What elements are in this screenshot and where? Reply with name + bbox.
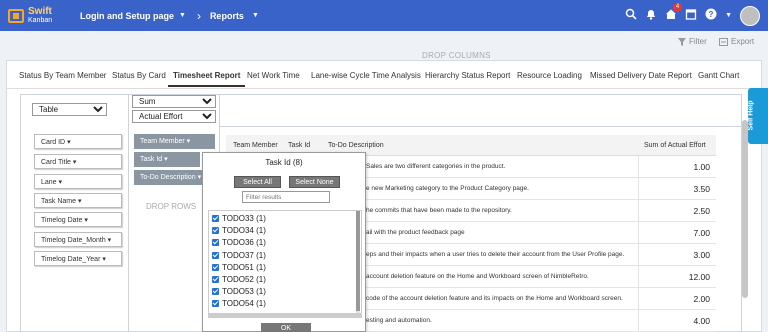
field-card-id[interactable]: Card ID ▾ — [34, 134, 122, 149]
popup-list-item[interactable]: TODO33 (1) — [212, 214, 266, 223]
page-scrollbar[interactable] — [742, 120, 748, 298]
tab-status-by-team-member[interactable]: Status By Team Member — [19, 71, 106, 80]
tab-status-by-card[interactable]: Status By Card — [112, 71, 166, 80]
th-team-member: Team Member — [233, 142, 278, 149]
tab-lane-wise-cycle-time[interactable]: Lane-wise Cycle Time Analysis — [311, 71, 421, 80]
app-logo[interactable]: Swift Kanban — [8, 5, 70, 25]
renderer-select[interactable]: Table — [32, 103, 107, 116]
export-button[interactable]: Export — [719, 37, 754, 46]
drop-columns-zone[interactable]: DROP COLUMNS — [422, 51, 491, 60]
task-id-filter-popup: Task Id (8) Select All Select None TODO3… — [202, 152, 366, 332]
report-tabs: Status By Team Member Status By Card Tim… — [7, 61, 761, 89]
field-card-title[interactable]: Card Title ▾ — [34, 154, 122, 169]
logo-text-line2: Kanban — [28, 16, 53, 24]
actual-effort-cell: 3.50 — [693, 184, 710, 194]
chevron-down-icon: ▼ — [179, 12, 186, 19]
self-help-button[interactable]: Self Help — [747, 88, 768, 144]
th-task-id: Task Id — [288, 142, 311, 149]
row-field-team-member[interactable]: Team Member ▾ — [134, 134, 215, 149]
actual-effort-cell: 12.00 — [688, 272, 710, 282]
checkbox-checked-icon[interactable] — [212, 215, 219, 222]
select-none-button[interactable]: Select None — [289, 176, 340, 188]
checkbox-checked-icon[interactable] — [212, 227, 219, 235]
todo-description-cell: e new Marketing category to the Product … — [366, 185, 529, 192]
actual-effort-cell: 2.00 — [693, 294, 710, 304]
todo-description-cell: account deletion feature on the Home and… — [366, 273, 589, 280]
checkbox-checked-icon[interactable] — [212, 251, 219, 259]
popup-list-item[interactable]: TODO53 (1) — [212, 287, 266, 296]
checkbox-checked-icon[interactable] — [212, 276, 219, 283]
popup-list-item[interactable]: TODO51 (1) — [212, 263, 266, 272]
logo-text-line1: Swift — [28, 5, 52, 17]
popup-value-list: TODO33 (1) TODO34 (1) TODO36 (1) TODO37 (1)… — [208, 210, 362, 314]
chevron-right-icon: › — [196, 8, 201, 23]
actual-effort-cell: 1.00 — [693, 162, 710, 172]
tab-gantt-chart[interactable]: Gantt Chart — [698, 71, 739, 80]
board-selector[interactable]: Login and Setup page ▼ — [80, 11, 186, 21]
home-icon[interactable]: 4 — [665, 3, 683, 23]
board-name: Login and Setup page — [80, 10, 174, 21]
tab-resource-loading[interactable]: Resource Loading — [517, 71, 582, 80]
th-sum-actual-effort: Sum of Actual Effort — [644, 142, 706, 149]
drop-rows-zone[interactable]: DROP ROWS — [146, 202, 196, 211]
select-all-button[interactable]: Select All — [234, 176, 281, 188]
checkbox-checked-icon[interactable] — [212, 288, 219, 296]
field-task-name[interactable]: Task Name ▾ — [34, 193, 122, 208]
actual-effort-cell: 2.50 — [693, 206, 710, 216]
actual-effort-cell: 4.00 — [693, 316, 710, 326]
report-toolbar: Filter Export — [0, 31, 768, 60]
notification-badge: 4 — [673, 3, 683, 12]
export-icon — [719, 37, 728, 46]
user-avatar[interactable] — [740, 5, 760, 26]
field-lane[interactable]: Lane ▾ — [34, 174, 122, 189]
popup-list-item[interactable]: TODO37 (1) — [212, 251, 266, 260]
aggregator-select[interactable]: Sum — [132, 95, 216, 108]
section-name: Reports — [209, 10, 244, 21]
search-icon[interactable] — [625, 8, 637, 23]
field-timelog-date-month[interactable]: Timelog Date_Month ▾ — [34, 232, 122, 247]
svg-text:?: ? — [709, 10, 714, 19]
help-icon[interactable]: ? — [705, 8, 717, 23]
logo-icon — [8, 8, 24, 23]
popup-title: Task Id (8) — [265, 158, 303, 167]
popup-horizontal-scrollbar[interactable] — [208, 314, 362, 318]
todo-description-cell: code of the account deletion feature and… — [366, 295, 623, 302]
todo-description-cell: he commits that have been made to the re… — [366, 207, 512, 214]
popup-scrollbar[interactable] — [356, 211, 360, 313]
popup-list-item[interactable]: TODO52 (1) — [212, 275, 266, 284]
chevron-down-icon[interactable]: ▼ — [725, 12, 732, 19]
tab-net-work-time[interactable]: Net Work Time — [247, 71, 300, 80]
filter-button[interactable]: Filter — [678, 37, 707, 46]
top-navbar: Swift Kanban Login and Setup page ▼ › Re… — [0, 0, 768, 31]
th-todo-description: To-Do Description — [328, 142, 384, 149]
tab-timesheet-report[interactable]: Timesheet Report — [167, 71, 246, 87]
field-timelog-date[interactable]: Timelog Date ▾ — [34, 212, 122, 227]
row-field-task-id[interactable]: Task Id ▾ — [134, 152, 200, 167]
filter-icon — [678, 37, 686, 46]
aggregator-field-select[interactable]: Actual Effort — [132, 110, 216, 123]
tab-missed-delivery-date[interactable]: Missed Delivery Date Report — [590, 71, 692, 80]
chevron-down-icon: ▼ — [251, 12, 259, 19]
actual-effort-cell: 3.00 — [693, 250, 710, 260]
tab-hierarchy-status-report[interactable]: Hierarchy Status Report — [425, 71, 510, 80]
popup-list-item[interactable]: TODO36 (1) — [212, 238, 266, 247]
actual-effort-cell: 7.00 — [693, 228, 710, 238]
bell-icon[interactable] — [645, 8, 657, 23]
field-timelog-date-year[interactable]: Timelog Date_Year ▾ — [34, 251, 122, 266]
todo-description-cell: Sales are two different categories in th… — [366, 163, 506, 170]
todo-description-cell: ail with the product feedback page — [366, 229, 465, 236]
calendar-icon[interactable] — [685, 8, 697, 23]
section-selector[interactable]: Reports ▼ — [210, 11, 259, 21]
checkbox-checked-icon[interactable] — [212, 300, 219, 308]
filter-results-input[interactable] — [242, 191, 330, 203]
todo-description-cell: eps and their impacts when a user tries … — [366, 251, 625, 258]
ok-button[interactable]: OK — [261, 323, 311, 332]
todo-description-cell: esting and automation. — [366, 317, 432, 324]
popup-list-item[interactable]: TODO34 (1) — [212, 226, 266, 235]
checkbox-checked-icon[interactable] — [212, 263, 219, 271]
checkbox-checked-icon[interactable] — [212, 239, 219, 247]
popup-list-item[interactable]: TODO54 (1) — [212, 299, 266, 308]
